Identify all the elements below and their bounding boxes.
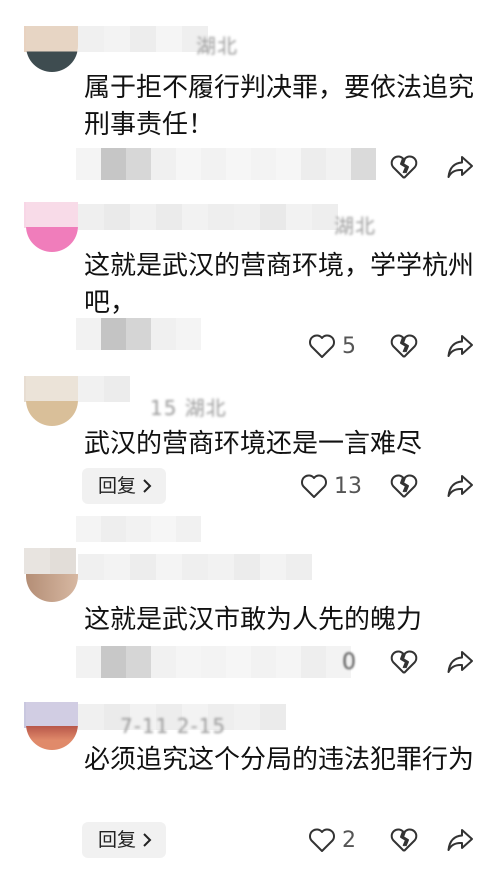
share-button[interactable] <box>446 333 474 359</box>
comment-actions: 5 <box>280 326 474 366</box>
broken-heart-icon <box>390 473 418 499</box>
dislike-button[interactable] <box>390 154 418 180</box>
reply-button[interactable]: 回复 <box>82 468 167 504</box>
dislike-button[interactable] <box>390 333 418 359</box>
comment-text: 属于拒不履行判决罪，要依法追究刑事责任！ <box>84 73 475 140</box>
broken-heart-icon <box>390 827 418 853</box>
like-button[interactable]: 5 <box>308 333 362 359</box>
share-button[interactable] <box>446 649 474 675</box>
like-button[interactable]: 13 <box>300 473 362 499</box>
comment-text: 武汉的营商环境还是一言难尽 <box>84 429 423 459</box>
username-blurred[interactable] <box>78 376 130 402</box>
dislike-button[interactable] <box>390 473 418 499</box>
comment-2: 湖北 这就是武汉的营商环境，学学杭州吧， 5 <box>0 196 500 366</box>
reply-area-blurred[interactable] <box>76 318 201 350</box>
share-arrow-icon <box>446 333 474 359</box>
share-arrow-icon <box>446 827 474 853</box>
reply-area-blurred[interactable] <box>76 148 376 180</box>
broken-heart-icon <box>390 333 418 359</box>
heart-outline-icon <box>308 333 336 359</box>
chevron-right-icon <box>142 832 152 848</box>
share-arrow-icon <box>446 649 474 675</box>
chevron-right-icon <box>142 478 152 494</box>
comment-actions <box>362 147 474 187</box>
avatar-blurred[interactable] <box>24 548 76 574</box>
comment-4: 这就是武汉市敢为人先的魄力 0 <box>0 548 500 688</box>
username-blurred[interactable] <box>78 26 208 52</box>
comment-text: 这就是武汉市敢为人先的魄力 <box>84 605 423 635</box>
avatar[interactable] <box>26 574 78 602</box>
comment-5: 7-11 2-15 必须追究这个分局的违法犯罪行为 回复 2 <box>0 696 500 874</box>
like-count: 0 <box>342 649 356 675</box>
broken-heart-icon <box>390 649 418 675</box>
heart-outline-icon <box>300 473 328 499</box>
share-button[interactable] <box>446 154 474 180</box>
like-count: 5 <box>342 333 356 359</box>
dislike-button[interactable] <box>390 827 418 853</box>
share-arrow-icon <box>446 473 474 499</box>
avatar[interactable] <box>26 702 78 750</box>
comment-text: 必须追究这个分局的违法犯罪行为 <box>84 745 475 775</box>
comment-1: 湖北 属于拒不履行判决罪，要依法追究刑事责任！ <box>0 0 500 190</box>
like-count: 2 <box>342 827 356 853</box>
broken-heart-icon <box>390 154 418 180</box>
reply-label: 回复 <box>98 475 137 497</box>
heart-outline-icon <box>308 827 336 853</box>
like-button[interactable]: 0 <box>336 650 362 675</box>
reply-button[interactable]: 回复 <box>82 822 167 858</box>
share-arrow-icon <box>446 154 474 180</box>
collapsed-row-blurred[interactable] <box>76 516 201 542</box>
comment-meta: 15 湖北 <box>150 396 227 420</box>
comment-text: 这就是武汉的营商环境，学学杭州吧， <box>84 251 475 318</box>
username-blurred[interactable] <box>78 204 338 230</box>
username-blurred[interactable] <box>78 554 312 580</box>
comment-actions: 0 <box>308 642 474 682</box>
like-count: 13 <box>334 473 362 499</box>
comment-actions: 13 <box>272 466 474 506</box>
comment-actions: 2 <box>280 820 474 860</box>
reply-label: 回复 <box>98 829 137 851</box>
share-button[interactable] <box>446 827 474 853</box>
comment-3: 15 湖北 武汉的营商环境还是一言难尽 回复 13 <box>0 372 500 512</box>
comment-meta: 湖北 <box>334 214 376 238</box>
avatar[interactable] <box>26 202 78 252</box>
dislike-button[interactable] <box>390 649 418 675</box>
avatar[interactable] <box>26 26 78 72</box>
comment-meta: 湖北 <box>196 34 238 58</box>
comment-meta: 7-11 2-15 <box>120 714 227 738</box>
avatar[interactable] <box>26 376 78 426</box>
like-button[interactable]: 2 <box>308 827 362 853</box>
share-button[interactable] <box>446 473 474 499</box>
